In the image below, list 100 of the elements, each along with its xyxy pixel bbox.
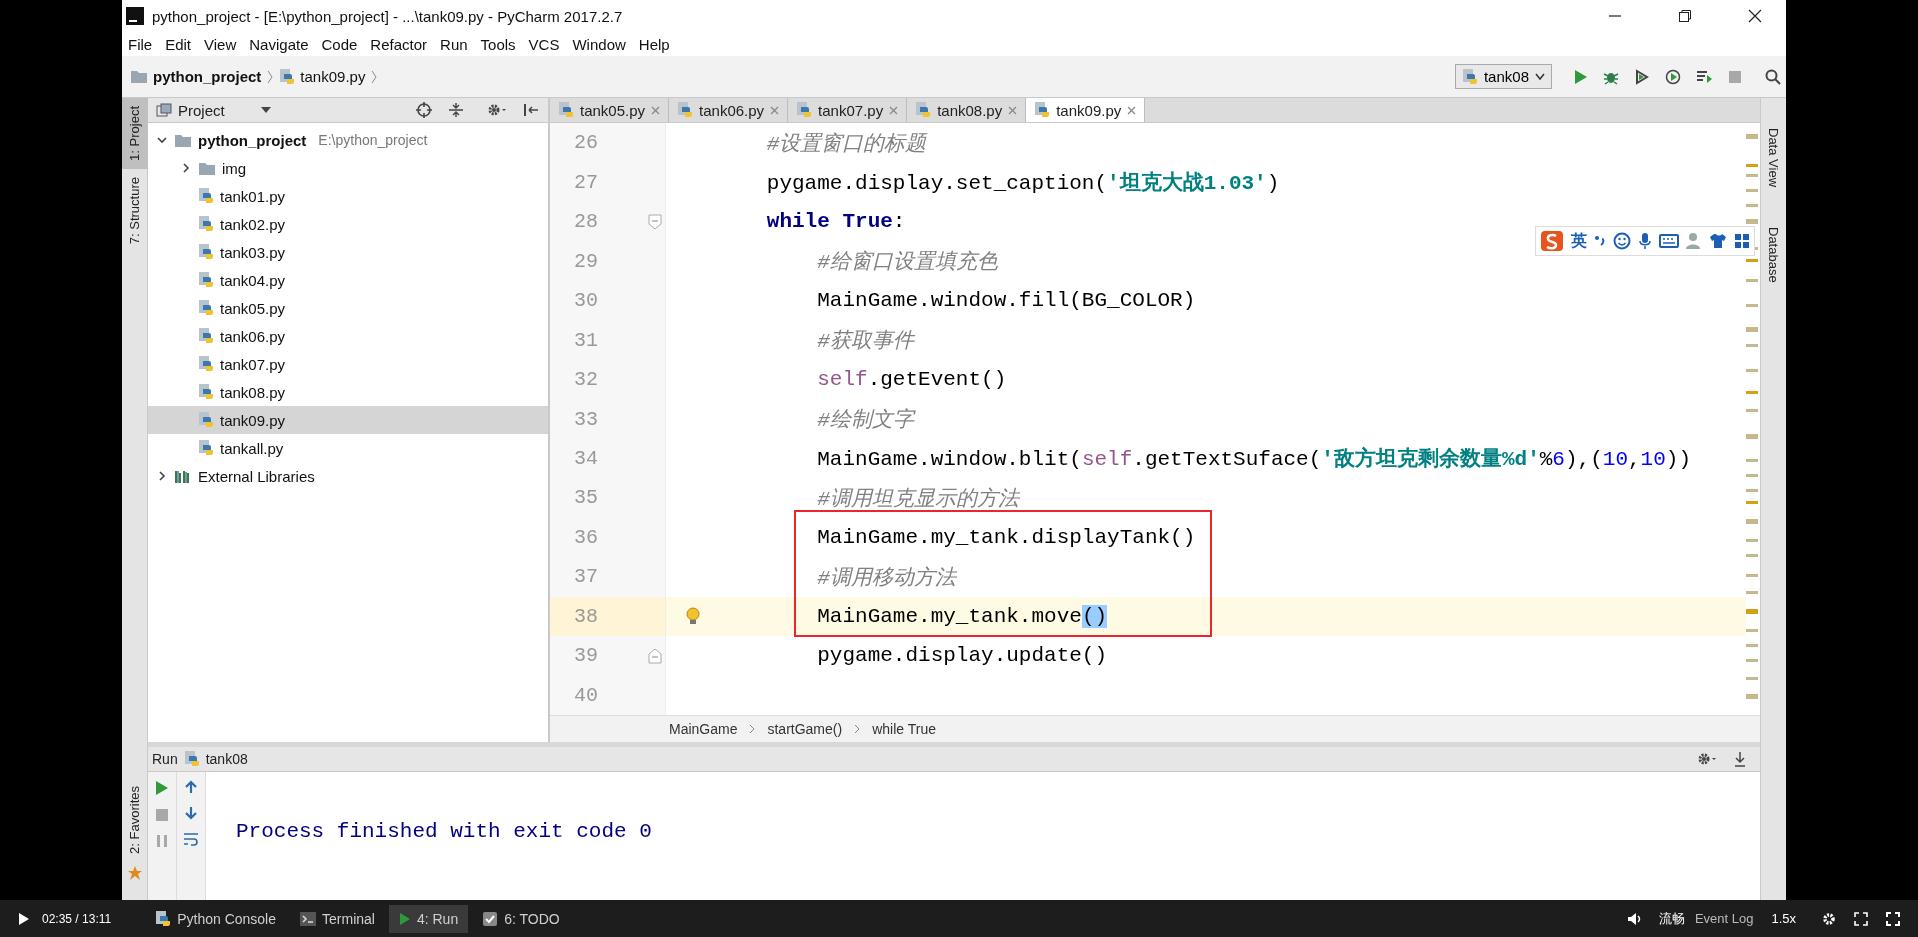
tree-item[interactable]: tank04.py <box>148 266 548 294</box>
menu-item[interactable]: Tools <box>480 35 516 53</box>
run-tab[interactable]: tank08 <box>205 751 248 767</box>
tree-item[interactable]: tank09.py <box>148 406 548 434</box>
tree-item[interactable]: tankall.py <box>148 434 548 462</box>
tree-item[interactable]: tank01.py <box>148 182 548 210</box>
menu-item[interactable]: View <box>204 35 237 53</box>
line-number: 33 <box>573 407 598 431</box>
python-file-icon <box>558 102 574 118</box>
breadcrumb-item[interactable]: tank09.py <box>300 68 366 85</box>
folder-icon <box>174 132 192 148</box>
panel-title-dropdown[interactable]: Project <box>178 101 225 119</box>
input-mode-toggle[interactable]: 英 <box>1571 230 1587 252</box>
tool-window-tab[interactable]: 2: Favorites <box>122 778 148 862</box>
star-icon <box>127 866 142 880</box>
tree-item[interactable]: tank08.py <box>148 378 548 406</box>
video-quality-button[interactable]: 流畅 <box>1658 909 1685 928</box>
menu-item[interactable]: Code <box>321 35 358 53</box>
breadcrumb-item[interactable]: while True <box>872 721 936 737</box>
coverage-icon[interactable] <box>1634 68 1650 85</box>
line-number: 37 <box>573 565 598 589</box>
line-number: 27 <box>573 170 598 194</box>
tree-item[interactable]: img <box>148 154 548 182</box>
settings-icon[interactable] <box>1822 911 1836 926</box>
tree-item[interactable]: python_project E:\python_project <box>148 126 548 154</box>
event-log-tab[interactable]: Event Log <box>1694 911 1754 926</box>
tool-window-tab[interactable]: 6: TODO <box>472 904 570 933</box>
python-file-icon <box>198 328 214 344</box>
crosshair-icon[interactable] <box>416 102 432 118</box>
python-console-icon <box>155 910 172 927</box>
grid-icon[interactable] <box>1734 233 1750 249</box>
fullscreen-icon[interactable] <box>1886 911 1900 926</box>
settings-icon[interactable] <box>487 102 507 118</box>
tool-window-tab[interactable]: 7: Structure <box>122 168 148 253</box>
soft-wrap-icon[interactable] <box>183 832 199 846</box>
editor-tab[interactable]: tank05.py <box>550 98 670 122</box>
tool-window-tab[interactable]: Database <box>1760 227 1786 283</box>
fullscreen-window-icon[interactable] <box>1854 911 1868 926</box>
run-icon[interactable] <box>1572 68 1588 85</box>
python-file-icon <box>198 272 214 288</box>
tree-item[interactable]: External Libraries <box>148 462 548 490</box>
tool-window-tab[interactable]: Terminal <box>290 904 385 933</box>
breadcrumb-item[interactable]: startGame() <box>767 721 843 737</box>
chevron-icon <box>854 724 861 734</box>
hide-panel-icon[interactable] <box>523 102 539 118</box>
smiley-icon[interactable] <box>1613 232 1631 250</box>
fold-marker-icon[interactable] <box>648 213 662 230</box>
console-output: Process finished with exit code 0 <box>236 820 652 843</box>
project-path: E:\python_project <box>318 132 428 148</box>
editor-tab[interactable]: tank06.py <box>669 98 789 122</box>
tool-window-tab[interactable]: 1: Project <box>122 98 148 169</box>
playback-speed-button[interactable]: 1.5x <box>1771 911 1796 926</box>
breadcrumb-item[interactable]: MainGame <box>669 721 738 737</box>
volume-icon[interactable] <box>1626 911 1643 926</box>
shirt-icon[interactable] <box>1709 233 1727 249</box>
tool-window-tab[interactable]: 4: Run <box>388 904 469 933</box>
menu-item[interactable]: VCS <box>528 35 560 53</box>
code-line: self.getEvent() <box>816 368 1007 392</box>
line-number: 26 <box>573 131 598 155</box>
tree-item[interactable]: tank05.py <box>148 294 548 322</box>
menu-item[interactable]: Edit <box>165 35 192 53</box>
close-icon[interactable] <box>1748 9 1762 23</box>
line-number: 35 <box>573 486 598 510</box>
hide-panel-icon[interactable] <box>1733 751 1747 767</box>
dropdown-arrow-icon <box>260 106 271 114</box>
menu-item[interactable]: File <box>128 35 153 53</box>
breadcrumb-item[interactable]: python_project <box>153 68 262 85</box>
menu-item[interactable]: Run <box>440 35 468 53</box>
profile-icon[interactable] <box>1665 68 1681 85</box>
line-number: 36 <box>573 525 598 549</box>
run-configuration-dropdown[interactable]: tank08 <box>1454 64 1552 89</box>
menu-item[interactable]: Help <box>638 35 670 53</box>
build-list-icon[interactable] <box>1696 68 1712 85</box>
lightbulb-icon[interactable] <box>686 606 700 625</box>
play-icon[interactable] <box>18 911 30 926</box>
settings-icon[interactable] <box>1697 751 1717 767</box>
search-icon[interactable] <box>1765 68 1781 85</box>
editor-tab[interactable]: tank07.py <box>788 98 908 122</box>
fold-marker-icon[interactable] <box>648 647 662 664</box>
menu-item[interactable]: Window <box>572 35 626 53</box>
up-arrow-icon[interactable] <box>184 780 198 794</box>
tool-window-tab[interactable]: Data View <box>1760 128 1786 187</box>
python-file-icon <box>915 102 932 118</box>
tree-item[interactable]: tank03.py <box>148 238 548 266</box>
run-icon[interactable] <box>155 780 169 796</box>
collapse-all-icon[interactable] <box>448 102 464 118</box>
tool-window-tab[interactable]: Python Console <box>145 904 286 933</box>
down-arrow-icon[interactable] <box>184 806 198 820</box>
folder-icon <box>130 69 148 84</box>
menu-item[interactable]: Refactor <box>370 35 428 53</box>
maximize-icon[interactable] <box>1678 9 1692 23</box>
editor-tab[interactable]: tank09.py <box>1026 98 1146 122</box>
tree-item[interactable]: tank06.py <box>148 322 548 350</box>
menu-item[interactable]: Navigate <box>249 35 309 53</box>
line-number: 28 <box>573 210 598 234</box>
microphone-icon[interactable] <box>1638 232 1652 250</box>
punctuation-icon[interactable] <box>1594 233 1606 249</box>
tree-item[interactable]: tank02.py <box>148 210 548 238</box>
keyboard-icon[interactable] <box>1659 234 1679 248</box>
tree-item[interactable]: tank07.py <box>148 350 548 378</box>
